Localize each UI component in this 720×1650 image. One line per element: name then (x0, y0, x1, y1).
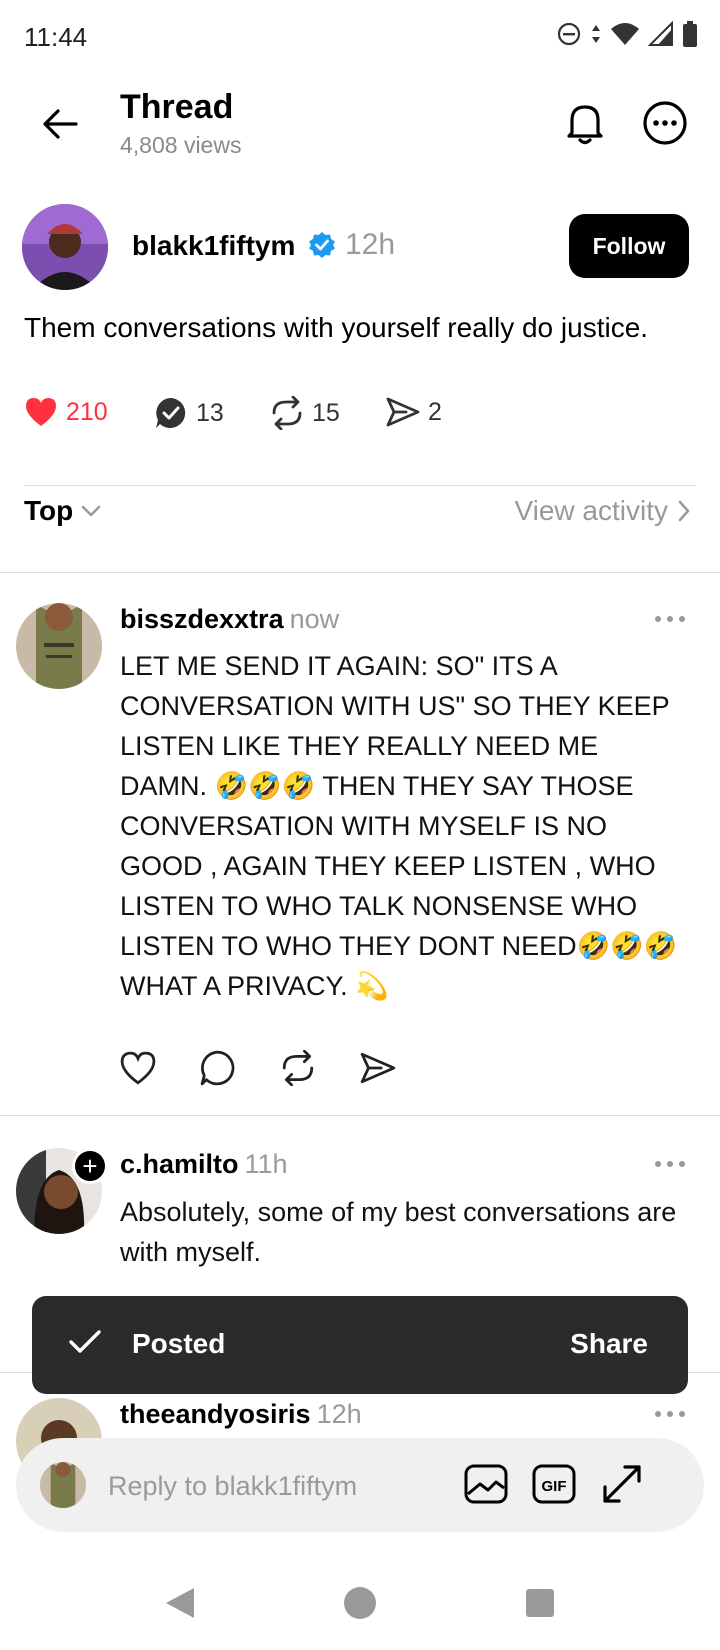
reply-author-row: theeandyosiris 12h (120, 1399, 362, 1430)
post-text: Them conversations with yourself really … (24, 312, 649, 343)
reply-author[interactable]: bisszdexxtra (120, 604, 284, 634)
status-time: 11:44 (24, 22, 88, 52)
gif-button[interactable]: GIF (530, 1460, 578, 1508)
more-horizontal-icon (655, 1161, 685, 1167)
toast-message: Posted (132, 1328, 226, 1359)
send-icon (386, 397, 420, 427)
reply-author-row: c.hamilto 11h (120, 1149, 288, 1180)
battery-icon (683, 21, 697, 47)
dnd-icon (557, 22, 581, 46)
gif-icon: GIF (532, 1464, 576, 1504)
reply-time: now (289, 604, 340, 634)
status-bar: 11:44 (0, 0, 720, 72)
status-icons (556, 20, 698, 48)
arrow-left-icon (43, 109, 78, 139)
repost-icon[interactable] (280, 1050, 316, 1086)
heart-outline-icon[interactable] (120, 1051, 156, 1085)
like-button[interactable]: 210 (24, 396, 108, 428)
svg-text:GIF: GIF (542, 1478, 567, 1495)
image-attach-button[interactable] (462, 1460, 510, 1508)
post-author[interactable]: blakk1fiftym (132, 230, 295, 262)
post-actions: 210 13 15 2 (24, 396, 684, 440)
nav-home-button[interactable] (335, 1578, 385, 1628)
reply-count-button[interactable]: 13 (154, 396, 224, 430)
view-activity-label: View activity (514, 495, 668, 526)
comment-icon[interactable] (200, 1050, 236, 1086)
thread-header: Thread 4,808 views (0, 80, 720, 170)
notifications-button[interactable] (560, 98, 610, 148)
back-button[interactable] (36, 100, 84, 148)
chevron-down-icon (81, 505, 101, 517)
nav-back-button[interactable] (155, 1578, 205, 1628)
page-title: Thread (120, 88, 234, 126)
circle-home-icon (344, 1587, 376, 1619)
posted-toast: Posted Share (32, 1296, 688, 1394)
more-horizontal-icon (655, 616, 685, 622)
view-activity-link[interactable]: View activity (514, 495, 690, 527)
reply-composer: GIF (16, 1438, 704, 1532)
view-count: 4,808 views (120, 132, 242, 158)
reply-input[interactable] (108, 1466, 438, 1506)
follow-button[interactable]: Follow (569, 214, 689, 278)
reply-actions (120, 1050, 396, 1086)
chevron-right-icon (678, 500, 690, 522)
avatar-image (40, 1462, 86, 1508)
heart-filled-icon (26, 398, 56, 426)
sort-dropdown[interactable]: Top (24, 495, 101, 527)
system-nav-bar (0, 1560, 720, 1650)
reply-author[interactable]: c.hamilto (120, 1149, 239, 1179)
image-icon (464, 1464, 508, 1504)
more-options-button[interactable] (640, 98, 690, 148)
avatar-image (16, 603, 102, 689)
reply-text: Absolutely, some of my best conversation… (120, 1197, 677, 1267)
data-arrows-icon (592, 25, 600, 43)
reply-text: LET ME SEND IT AGAIN: SO" ITS A CONVERSA… (120, 651, 678, 1001)
expand-button[interactable] (598, 1460, 646, 1508)
toast-share-button[interactable]: Share (570, 1328, 648, 1360)
share-count: 2 (428, 397, 442, 426)
triangle-back-icon (166, 1588, 194, 1618)
signal-icon (648, 21, 673, 46)
square-recents-icon (526, 1589, 554, 1617)
post-time: 12h (345, 228, 396, 261)
like-count: 210 (66, 397, 108, 426)
reply-author[interactable]: theeandyosiris (120, 1399, 311, 1429)
reply-author-row: bisszdexxtra now (120, 604, 339, 635)
more-horizontal-icon (655, 1411, 685, 1417)
reply-count: 13 (196, 398, 224, 427)
reply-more-button[interactable] (650, 609, 690, 629)
expand-icon (603, 1465, 641, 1503)
nav-recents-button[interactable] (515, 1578, 565, 1628)
check-icon (69, 1330, 101, 1353)
send-icon[interactable] (360, 1051, 396, 1085)
reply-time: 11h (244, 1149, 288, 1179)
sort-row: Top View activity (0, 485, 720, 545)
wifi-icon (611, 23, 639, 45)
avatar[interactable] (22, 204, 108, 290)
divider (0, 572, 720, 573)
follow-plus-icon[interactable]: + (72, 1148, 108, 1184)
repost-count: 15 (312, 398, 340, 427)
avatar-image (22, 204, 108, 290)
share-button[interactable]: 2 (386, 396, 442, 428)
avatar[interactable] (16, 603, 102, 689)
bell-icon (567, 105, 603, 145)
repost-button[interactable]: 15 (270, 396, 340, 430)
repost-icon (272, 396, 302, 430)
reply-time: 12h (316, 1399, 362, 1429)
sort-label: Top (24, 495, 74, 526)
reply-bubble-check-icon (156, 398, 186, 428)
reply-more-button[interactable] (650, 1154, 690, 1174)
verified-badge-icon (309, 232, 335, 258)
divider (0, 1115, 720, 1116)
avatar (40, 1462, 86, 1508)
more-circle-icon (643, 101, 687, 145)
reply-more-button[interactable] (650, 1404, 690, 1424)
